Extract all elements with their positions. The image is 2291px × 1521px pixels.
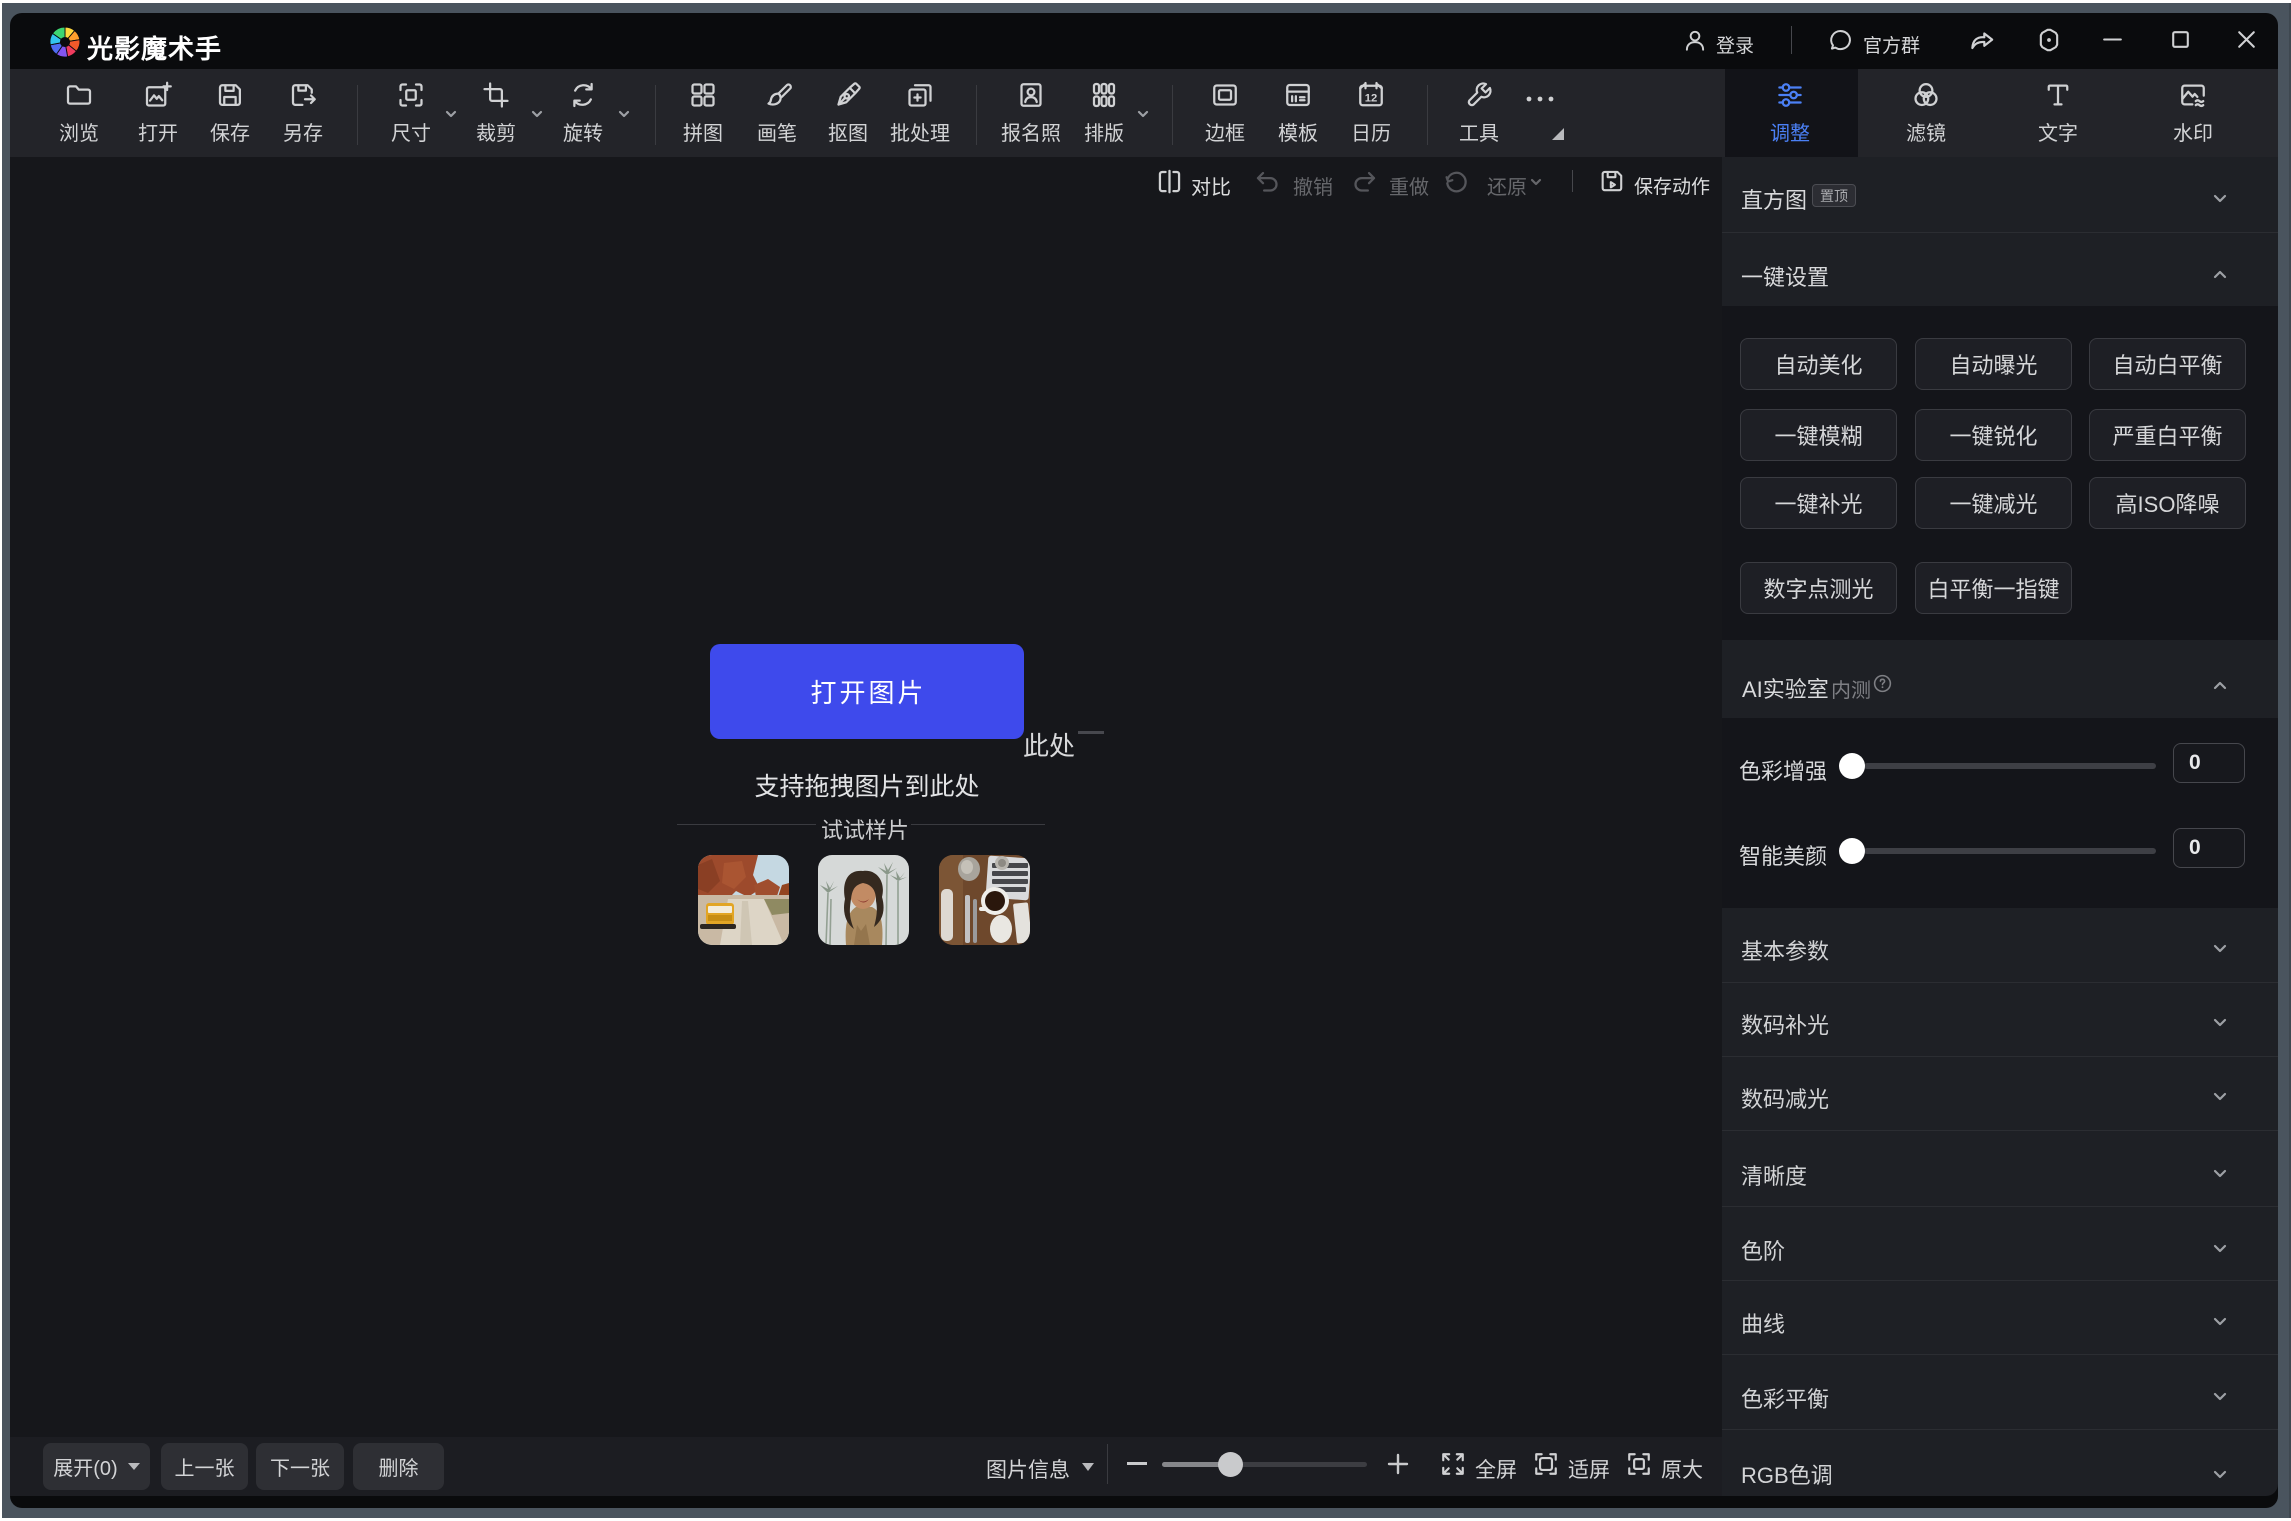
svg-text:12: 12 (1365, 93, 1378, 105)
